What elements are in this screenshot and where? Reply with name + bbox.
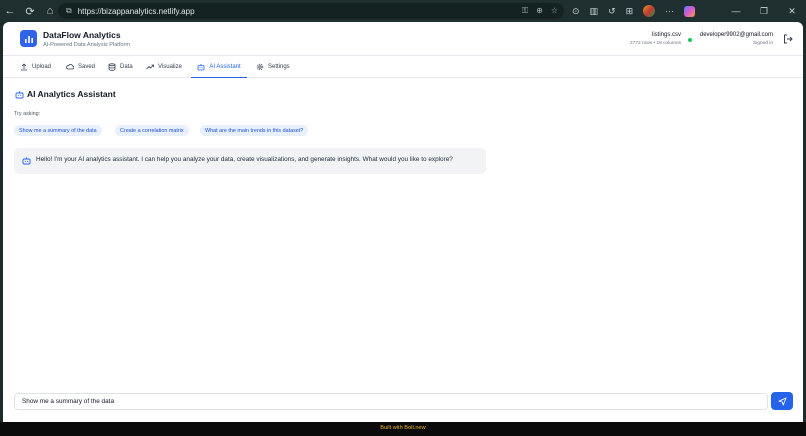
- tab-upload[interactable]: Upload: [20, 56, 51, 78]
- key-icon[interactable]: ⚿: [522, 6, 528, 16]
- database-icon: [108, 63, 116, 71]
- site-info-icon[interactable]: ⧉: [66, 6, 72, 16]
- tab-saved[interactable]: Saved: [66, 56, 95, 78]
- address-bar[interactable]: ⧉ https://bizappanalytics.netlify.app ⚿ …: [58, 3, 564, 19]
- chat-input[interactable]: [15, 394, 767, 409]
- bar-chart-logo-icon: [20, 30, 37, 47]
- tab-data[interactable]: Data: [108, 56, 133, 78]
- send-icon: [778, 397, 786, 405]
- split-screen-icon[interactable]: ▥: [590, 6, 599, 17]
- send-button[interactable]: [771, 392, 793, 410]
- tab-settings[interactable]: Settings: [256, 56, 290, 78]
- screenshot-icon[interactable]: ⊞: [626, 6, 634, 17]
- online-status-dot: [688, 38, 692, 42]
- main-tabs: Upload Saved Data Visualize AI Assistant…: [3, 56, 803, 78]
- tab-label: Settings: [268, 64, 290, 70]
- tab-ai-assistant[interactable]: AI Assistant: [191, 56, 247, 78]
- bot-icon: [22, 157, 31, 165]
- user-email: developer9902@gmail.com: [699, 32, 773, 38]
- home-icon[interactable]: ⌂: [40, 0, 60, 22]
- assistant-title: AI Analytics Assistant: [27, 89, 116, 99]
- app-subtitle: AI-Powered Data Analysis Platform: [43, 42, 131, 48]
- trend-icon: [146, 64, 154, 70]
- footer: Built with Bolt.new: [0, 422, 806, 436]
- tab-visualize[interactable]: Visualize: [146, 56, 182, 78]
- back-icon[interactable]: ←: [0, 0, 20, 22]
- tab-label: Upload: [32, 64, 52, 70]
- file-meta: 2772 rows • 18 columns: [629, 41, 681, 46]
- close-window-icon[interactable]: ✕: [778, 0, 806, 22]
- maximize-icon[interactable]: ❐: [750, 0, 778, 22]
- app-window: DataFlow Analytics AI-Powered Data Analy…: [3, 22, 803, 422]
- built-with-link[interactable]: Built with Bolt.new: [0, 425, 806, 431]
- app-header: DataFlow Analytics AI-Powered Data Analy…: [3, 22, 803, 56]
- favorite-star-icon[interactable]: ☆: [551, 6, 558, 16]
- suggestion-chip-correlation[interactable]: Create a correlation matrix: [115, 125, 189, 136]
- gear-icon: [256, 63, 264, 71]
- logout-icon[interactable]: [783, 34, 793, 44]
- tab-label: Visualize: [158, 64, 182, 70]
- tab-label: Data: [120, 64, 133, 70]
- user-status: Signed in: [752, 41, 773, 46]
- chat-input-container: [14, 393, 768, 410]
- app-title: DataFlow Analytics: [43, 30, 121, 40]
- assistant-message-text: Hello! I'm your AI analytics assistant. …: [36, 156, 453, 163]
- refresh-icon[interactable]: ⟳: [20, 0, 40, 22]
- tab-label: AI Assistant: [209, 63, 241, 70]
- profile-avatar[interactable]: [643, 5, 656, 17]
- more-icon[interactable]: ···: [665, 6, 674, 16]
- copilot-icon[interactable]: [684, 5, 696, 17]
- assistant-message: Hello! I'm your AI analytics assistant. …: [14, 148, 486, 174]
- history-icon[interactable]: ↺: [608, 6, 616, 17]
- url-text: https://bizappanalytics.netlify.app: [77, 6, 195, 16]
- upload-icon: [21, 63, 27, 71]
- zoom-icon[interactable]: ⊕: [536, 6, 543, 16]
- bot-icon: [15, 91, 24, 99]
- suggestion-chip-trends[interactable]: What are the main trends in this dataset…: [200, 125, 309, 136]
- bot-icon: [197, 63, 205, 70]
- tab-label: Saved: [78, 64, 96, 70]
- extensions-icon[interactable]: ⊙: [572, 6, 580, 17]
- cloud-icon: [66, 63, 74, 70]
- suggestion-chip-summary[interactable]: Show me a summary of the data: [14, 125, 102, 136]
- minimize-icon[interactable]: —: [722, 0, 750, 22]
- file-name: listings.csv: [651, 32, 681, 38]
- try-asking-label: Try asking:: [14, 111, 41, 117]
